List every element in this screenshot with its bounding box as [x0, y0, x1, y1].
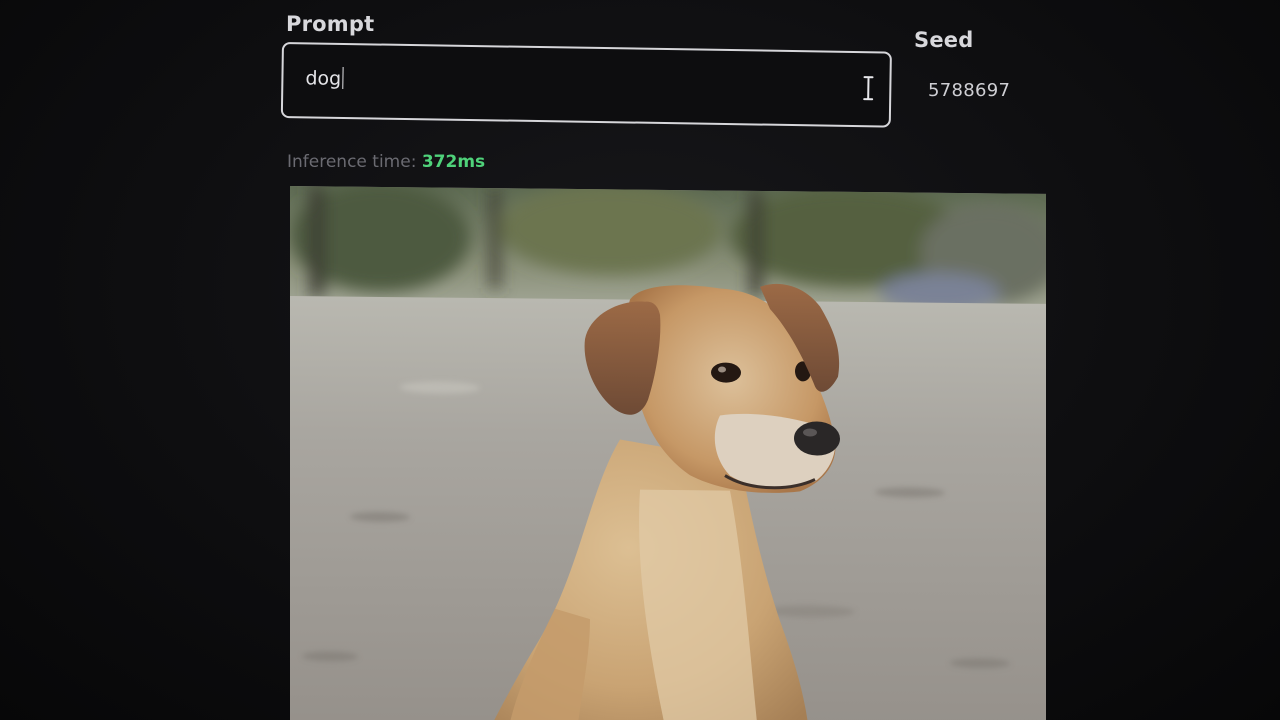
prompt-label: Prompt	[286, 12, 375, 36]
prompt-text: dog	[305, 67, 342, 90]
inference-time-readout: Inference time: 372ms	[287, 152, 485, 172]
inference-time-label: Inference time:	[287, 152, 417, 172]
prompt-input[interactable]: dog	[280, 42, 892, 128]
text-caret	[342, 66, 344, 89]
app-screen: Prompt dog Seed 5788697 Inference time: …	[0, 0, 1280, 720]
text-cursor-icon	[863, 76, 874, 101]
generated-image	[290, 186, 1046, 720]
dog-image	[290, 186, 1046, 720]
prompt-input-value[interactable]: dog	[305, 66, 344, 90]
seed-value[interactable]: 5788697	[928, 80, 1010, 101]
inference-time-value: 372ms	[421, 152, 486, 172]
seed-label: Seed	[914, 28, 974, 52]
